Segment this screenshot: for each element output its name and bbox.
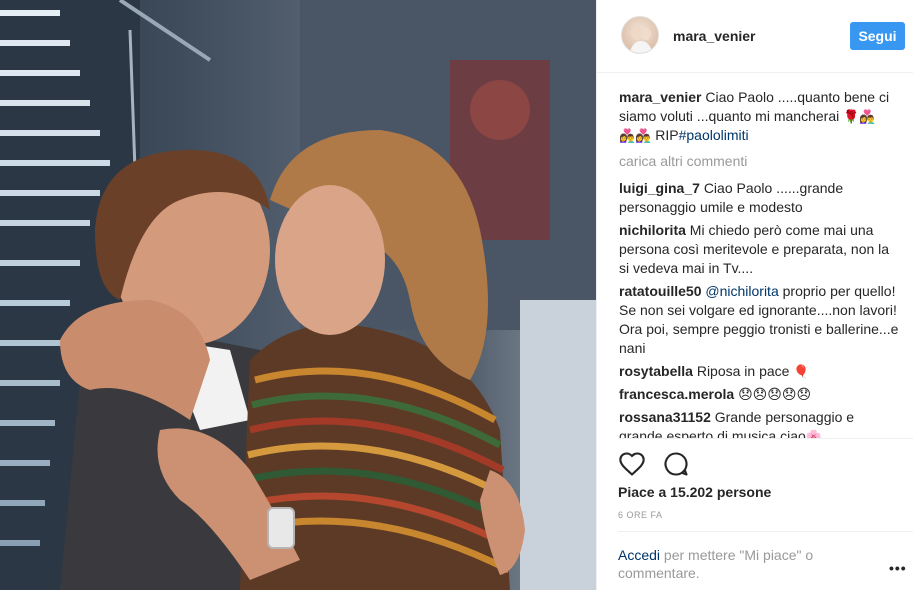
follow-button[interactable]: Segui: [850, 22, 905, 50]
avatar[interactable]: [621, 16, 659, 54]
light-panel: [520, 300, 596, 590]
timestamp: 6 ORE FA: [618, 510, 663, 520]
couple-icon: 👩‍❤️‍👨: [619, 128, 636, 143]
comment-username[interactable]: francesca.merola: [619, 386, 734, 402]
caption-hashtag[interactable]: #paololimiti: [679, 127, 749, 143]
login-link[interactable]: Accedi: [618, 547, 660, 563]
more-options-button[interactable]: •••: [889, 560, 907, 576]
post-header: mara_venier Segui: [597, 0, 913, 73]
divider: [618, 438, 913, 439]
list-item: ratatouille50 @nichilorita proprio per q…: [619, 282, 899, 358]
comment-text: 😞😞😞😞😞: [738, 386, 812, 402]
comment-username[interactable]: nichilorita: [619, 222, 686, 238]
comment-icon[interactable]: [662, 450, 690, 478]
comment-username[interactable]: rosytabella: [619, 363, 693, 379]
list-item: nichilorita Mi chiedo però come mai una …: [619, 221, 899, 278]
caption-rip: RIP: [651, 127, 679, 143]
comment-mention[interactable]: @nichilorita: [705, 283, 778, 299]
header-username[interactable]: mara_venier: [673, 28, 756, 44]
comment-username[interactable]: rossana31152: [619, 409, 711, 425]
caption-username[interactable]: mara_venier: [619, 89, 702, 105]
list-item: rosytabella Riposa in pace 🎈: [619, 362, 899, 381]
couple-icon: 👩‍❤️‍👨: [635, 128, 652, 143]
load-more-comments[interactable]: carica altri commenti: [619, 152, 899, 171]
heart-icon[interactable]: [618, 450, 646, 478]
comment-username[interactable]: luigi_gina_7: [619, 180, 700, 196]
avatar-image: [629, 26, 653, 53]
couple-icon: 👩‍❤️‍👨: [859, 109, 876, 124]
list-item: rossana31152 Grande personaggio e grande…: [619, 408, 899, 438]
post-actions: [618, 450, 818, 478]
woman-face: [275, 185, 385, 335]
list-item: luigi_gina_7 Ciao Paolo ......grande per…: [619, 179, 899, 217]
likes-count[interactable]: Piace a 15.202 persone: [618, 484, 771, 500]
divider: [618, 531, 913, 532]
post-photo: [0, 0, 596, 590]
comment-username[interactable]: ratatouille50: [619, 283, 701, 299]
wristwatch: [267, 507, 295, 549]
photo-illustration: [0, 0, 596, 590]
login-prompt: Accedi per mettere "Mi piace" o commenta…: [618, 546, 863, 582]
comment-text: Riposa in pace: [696, 363, 794, 379]
comments-list: mara_venier Ciao Paolo .....quanto bene …: [619, 88, 899, 438]
rose-icon: 🌹: [843, 109, 860, 124]
flower-icon: 🌸: [805, 429, 822, 438]
balloon-icon: 🎈: [793, 364, 810, 379]
caption: mara_venier Ciao Paolo .....quanto bene …: [619, 88, 899, 145]
list-item: francesca.merola 😞😞😞😞😞: [619, 385, 899, 404]
